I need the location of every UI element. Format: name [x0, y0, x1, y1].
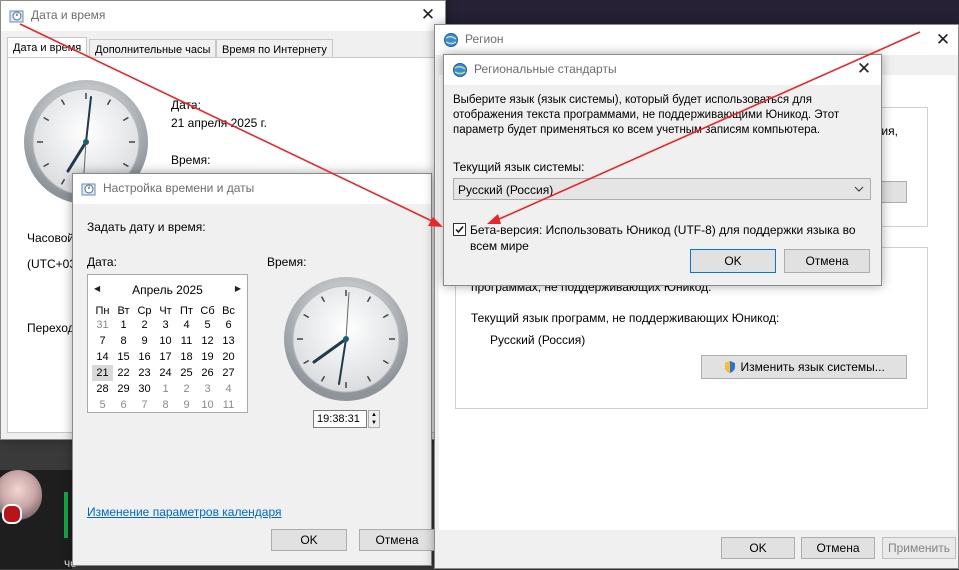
annotation-arrows — [19, 23, 921, 227]
arrowhead-1 — [428, 217, 443, 227]
arrowhead-2 — [487, 214, 501, 224]
annotation-arrow-2 — [496, 31, 921, 221]
annotation-arrow-1 — [19, 23, 435, 223]
